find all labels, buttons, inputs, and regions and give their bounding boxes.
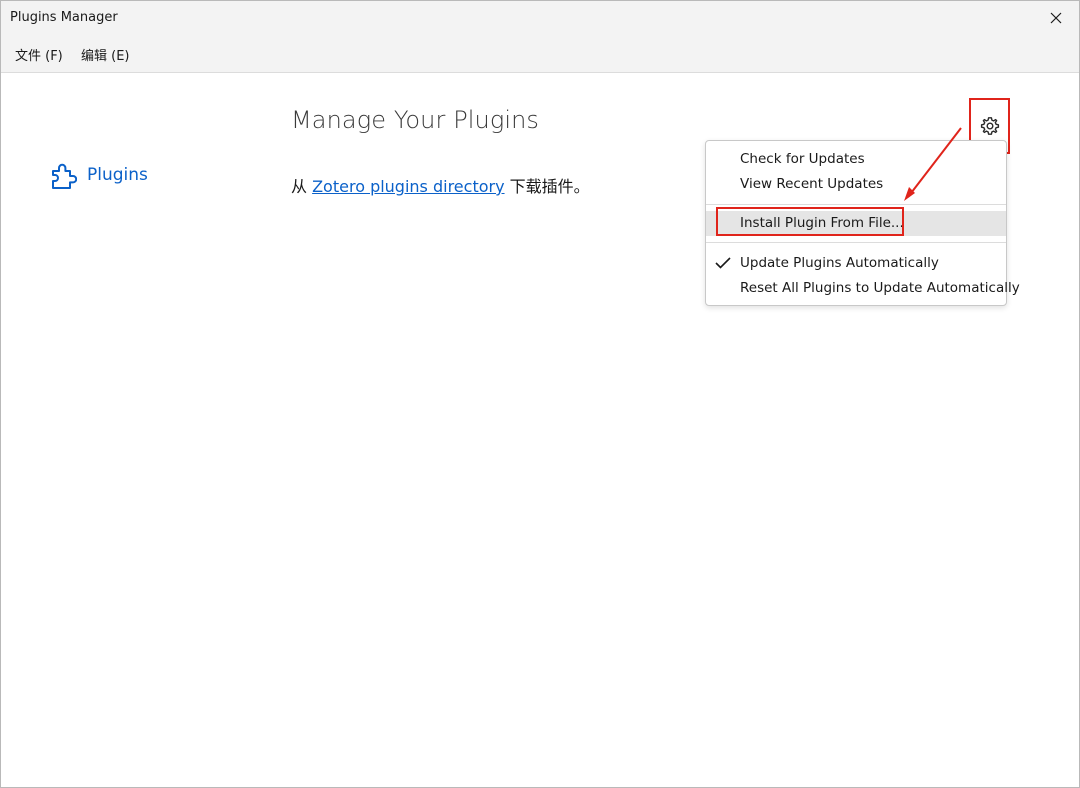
menu-separator <box>706 242 1006 243</box>
plugins-directory-link[interactable]: Zotero plugins directory <box>312 177 504 196</box>
menu-separator <box>706 204 1006 205</box>
sidebar-item-plugins[interactable]: Plugins <box>49 159 148 191</box>
title-bar: Plugins Manager <box>1 1 1079 35</box>
intro-text: 从 Zotero plugins directory 下载插件。 <box>291 173 590 197</box>
menu-edit[interactable]: 编辑 (E) <box>79 45 132 64</box>
annotation-highlight-box <box>716 207 904 236</box>
plugins-manager-window: Plugins Manager 文件 (F) 编辑 (E) Plugins Ma… <box>0 0 1080 788</box>
puzzle-icon <box>52 163 77 189</box>
close-icon <box>1050 12 1062 24</box>
sidebar-item-label: Plugins <box>87 165 148 185</box>
annotation-arrow <box>904 127 962 201</box>
intro-prefix: 从 <box>291 177 313 196</box>
menu-item-reset-all-plugins[interactable]: Reset All Plugins to Update Automaticall… <box>706 276 1020 301</box>
checkmark-icon <box>715 257 731 269</box>
window-title: Plugins Manager <box>10 10 118 25</box>
menu-file[interactable]: 文件 (F) <box>13 45 65 64</box>
intro-suffix: 下载插件。 <box>504 177 590 196</box>
menu-item-update-automatically[interactable]: Update Plugins Automatically <box>706 251 1006 276</box>
page-title: Manage Your Plugins <box>291 106 540 134</box>
menu-item-check-updates[interactable]: Check for Updates <box>706 147 1006 172</box>
gear-icon <box>980 117 999 135</box>
menu-bar: 文件 (F) 编辑 (E) <box>1 35 1079 73</box>
menu-item-label: Update Plugins Automatically <box>740 255 939 271</box>
close-button[interactable] <box>1033 1 1079 35</box>
menu-item-view-recent-updates[interactable]: View Recent Updates <box>706 172 1006 197</box>
